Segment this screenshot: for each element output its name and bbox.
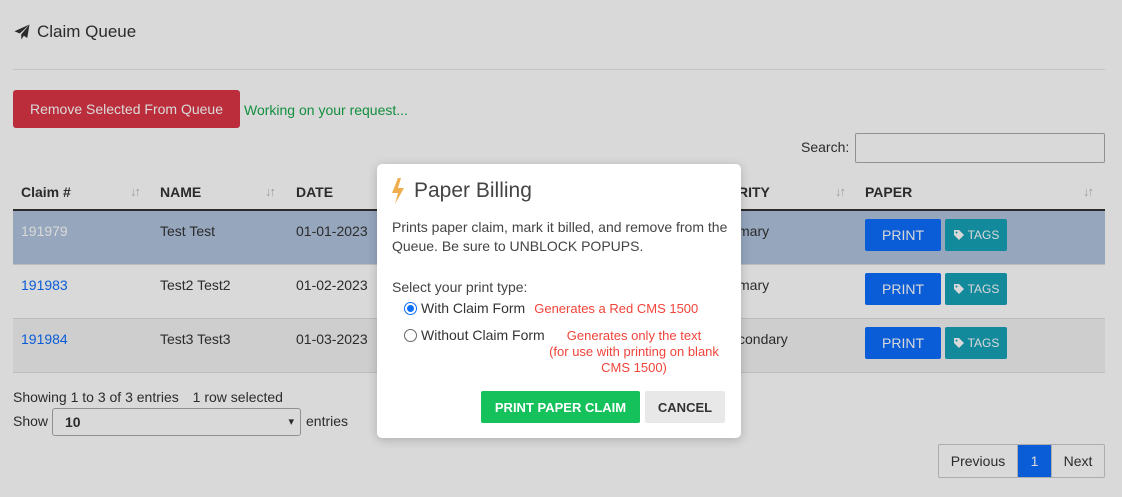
modal-header: Paper Billing: [389, 177, 532, 205]
cancel-button[interactable]: CANCEL: [645, 391, 725, 423]
with-claim-form-radio[interactable]: [404, 301, 417, 315]
print-type-prompt: Select your print type:: [392, 279, 528, 295]
without-claim-form-radio[interactable]: [404, 328, 417, 342]
paper-billing-modal: Paper Billing Prints paper claim, mark i…: [377, 164, 741, 438]
note-line: CMS 1500): [601, 360, 667, 375]
lightning-bolt-icon: [392, 178, 404, 204]
with-claim-form-label[interactable]: With Claim Form: [421, 300, 525, 316]
with-claim-form-note: Generates a Red CMS 1500: [534, 300, 699, 316]
without-claim-form-option[interactable]: Without Claim Form: [404, 327, 545, 343]
modal-title: Paper Billing: [414, 179, 532, 202]
print-paper-claim-button[interactable]: PRINT PAPER CLAIM: [481, 391, 640, 423]
without-claim-form-note: Generates only the text (for use with pr…: [539, 328, 729, 376]
without-claim-form-label[interactable]: Without Claim Form: [421, 327, 545, 343]
note-line: (for use with printing on blank: [549, 344, 719, 359]
note-line: Generates only the text: [566, 328, 702, 343]
with-claim-form-option[interactable]: With Claim Form Generates a Red CMS 1500: [404, 300, 698, 316]
modal-description: Prints paper claim, mark it billed, and …: [392, 219, 728, 254]
